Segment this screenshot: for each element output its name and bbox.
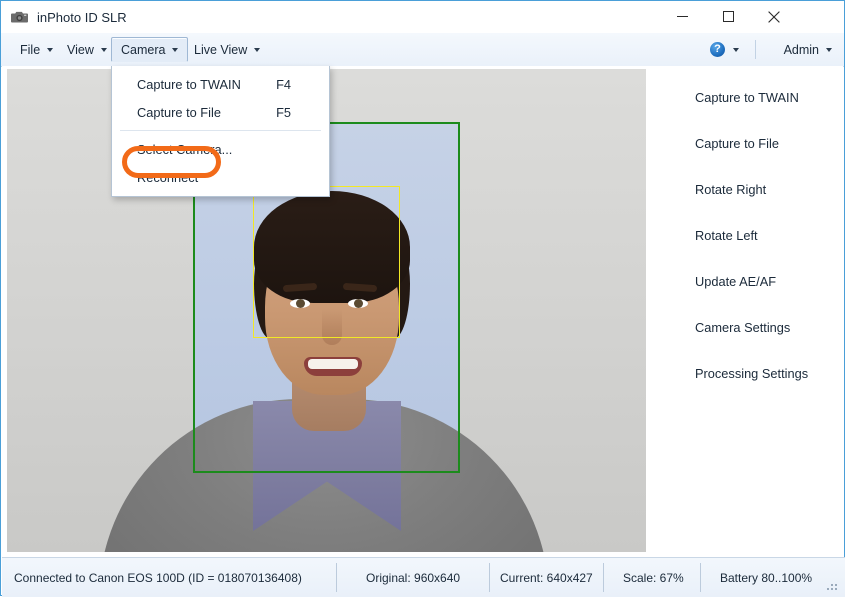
status-divider <box>603 563 604 592</box>
action-label: Capture to TWAIN <box>695 89 799 105</box>
chevron-down-icon <box>826 47 832 52</box>
status-divider <box>336 563 337 592</box>
menu-option-label: Capture to TWAIN <box>137 76 241 92</box>
status-original-size: Original: 960x640 <box>366 570 461 585</box>
admin-menu[interactable]: Admin <box>784 37 832 62</box>
menu-option-capture-to-twain[interactable]: Capture to TWAIN F4 <box>112 70 329 98</box>
resize-grip-icon[interactable] <box>827 580 840 593</box>
help-menu[interactable]: ? <box>710 39 739 60</box>
action-capture-to-file[interactable]: Capture to File <box>650 131 842 155</box>
title-bar: inPhoto ID SLR <box>1 1 844 34</box>
action-processing-settings[interactable]: Processing Settings <box>650 361 842 385</box>
chevron-down-icon <box>733 47 739 52</box>
action-update-ae-af[interactable]: Update AE/AF <box>650 269 842 293</box>
menu-item-file[interactable]: File <box>10 37 63 62</box>
status-connection: Connected to Canon EOS 100D (ID = 018070… <box>14 570 302 585</box>
menu-option-capture-to-file[interactable]: Capture to File F5 <box>112 98 329 126</box>
status-battery: Battery 80..100% <box>720 570 813 585</box>
action-rotate-right[interactable]: Rotate Right <box>650 177 842 201</box>
menu-item-camera-label: Camera <box>121 42 166 57</box>
action-label: Camera Settings <box>695 319 791 335</box>
action-label: Capture to File <box>695 135 779 151</box>
title-bar-left: inPhoto ID SLR <box>11 1 127 33</box>
menu-option-shortcut: F5 <box>276 104 291 120</box>
menu-bar-divider <box>755 40 756 59</box>
action-label: Rotate Left <box>695 227 758 243</box>
status-bar: Connected to Canon EOS 100D (ID = 018070… <box>2 557 845 597</box>
menu-separator <box>120 130 321 131</box>
status-scale: Scale: 67% <box>623 570 684 585</box>
chevron-down-icon <box>100 47 107 52</box>
menu-option-label: Select Camera... <box>137 141 233 157</box>
face-detection-rectangle <box>253 186 400 338</box>
camera-icon <box>11 10 29 24</box>
close-button[interactable] <box>751 1 797 32</box>
minimize-button[interactable] <box>659 1 705 32</box>
menu-item-view-label: View <box>67 42 94 57</box>
menu-option-label: Reconnect <box>137 169 199 185</box>
status-current-size: Current: 640x427 <box>500 570 593 585</box>
action-rotate-left[interactable]: Rotate Left <box>650 223 842 247</box>
status-divider <box>489 563 490 592</box>
menu-option-label: Capture to File <box>137 104 221 120</box>
chevron-down-icon <box>47 47 54 52</box>
menu-item-live-view[interactable]: Live View <box>184 37 270 62</box>
admin-menu-label: Admin <box>783 42 819 57</box>
chevron-down-icon <box>254 47 261 52</box>
menu-option-reconnect[interactable]: Reconnect <box>112 163 329 191</box>
menu-item-camera[interactable]: Camera <box>111 37 189 62</box>
action-panel: Capture to TWAIN Capture to File Rotate … <box>650 69 842 552</box>
action-camera-settings[interactable]: Camera Settings <box>650 315 842 339</box>
action-label: Update AE/AF <box>695 273 777 289</box>
action-label: Processing Settings <box>695 365 809 381</box>
window-title: inPhoto ID SLR <box>37 9 127 25</box>
status-divider <box>700 563 701 592</box>
application-window: inPhoto ID SLR File View Camera Live Vie… <box>0 0 845 597</box>
action-capture-to-twain[interactable]: Capture to TWAIN <box>650 85 842 109</box>
menu-option-shortcut: F4 <box>276 76 291 92</box>
menu-item-live-view-label: Live View <box>194 42 248 57</box>
maximize-button[interactable] <box>705 1 751 32</box>
help-icon: ? <box>710 42 725 57</box>
action-label: Rotate Right <box>695 181 767 197</box>
menu-item-file-label: File <box>20 42 41 57</box>
menu-bar: File View Camera Live View ? Admin <box>1 33 844 67</box>
menu-option-select-camera[interactable]: Select Camera... <box>112 135 329 163</box>
camera-dropdown-menu[interactable]: Capture to TWAIN F4 Capture to File F5 S… <box>111 66 330 197</box>
chevron-down-icon <box>172 47 179 52</box>
menu-item-view[interactable]: View <box>57 37 117 62</box>
